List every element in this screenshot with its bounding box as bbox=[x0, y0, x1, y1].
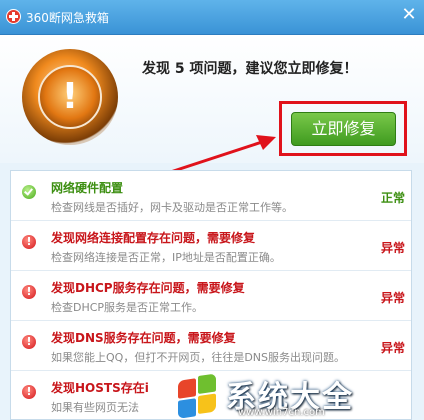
status-label: 异常 bbox=[380, 291, 405, 305]
list-item: 发现网络连接配置存在问题，需要修复 检查网络连接是否正常，IP地址是否配置正确。… bbox=[11, 221, 411, 271]
list-item: 网络硬件配置 检查网线是否插好，网卡及驱动是否正常工作等。 正常 bbox=[11, 171, 411, 221]
item-description: 检查网络连接是否正常，IP地址是否配置正确。 bbox=[51, 251, 281, 264]
exclamation-icon: ! bbox=[61, 76, 79, 117]
close-button[interactable]: ✕ bbox=[400, 6, 418, 24]
fix-now-button[interactable]: 立即修复 bbox=[291, 112, 396, 146]
item-title: 发现DNS服务存在问题，需要修复 bbox=[51, 331, 236, 345]
watermark: 系统大全 www.win7cn.com bbox=[178, 373, 424, 420]
item-title: 发现HOSTS存在i bbox=[51, 381, 149, 395]
windows-logo-icon bbox=[178, 373, 218, 419]
item-title: 网络硬件配置 bbox=[51, 181, 124, 195]
list-item: 发现DNS服务存在问题，需要修复 如果您能上QQ，但打不开网页，往往是DNS服务… bbox=[11, 321, 411, 371]
app-logo-icon bbox=[6, 9, 21, 24]
item-description: 检查网线是否插好，网卡及驱动是否正常工作等。 bbox=[51, 201, 293, 214]
error-icon bbox=[22, 235, 36, 249]
title-bar: 360断网急救箱 ✕ bbox=[0, 0, 424, 35]
error-icon bbox=[22, 385, 36, 399]
error-icon bbox=[22, 285, 36, 299]
window-title: 360断网急救箱 bbox=[26, 11, 109, 25]
status-label: 正常 bbox=[380, 191, 405, 205]
status-label: 异常 bbox=[380, 241, 405, 255]
item-title: 发现DHCP服务存在问题，需要修复 bbox=[51, 281, 245, 295]
item-description: 如果您能上QQ，但打不开网页，往往是DNS服务出现问题。 bbox=[51, 351, 345, 364]
status-label: 异常 bbox=[380, 341, 405, 355]
watermark-url: www.win7cn.com bbox=[238, 407, 325, 418]
problem-summary: 发现 5 项问题，建议您立即修复！ bbox=[142, 61, 358, 77]
list-item: 发现DHCP服务存在问题，需要修复 检查DHCP服务是否正常工作。 异常 bbox=[11, 271, 411, 321]
check-icon bbox=[22, 185, 36, 199]
error-icon bbox=[22, 335, 36, 349]
item-description: 检查DHCP服务是否正常工作。 bbox=[51, 301, 204, 314]
item-title: 发现网络连接配置存在问题，需要修复 bbox=[51, 231, 256, 245]
item-description: 如果有些网页无法 bbox=[51, 401, 139, 414]
warning-badge-icon: ! bbox=[22, 49, 118, 145]
